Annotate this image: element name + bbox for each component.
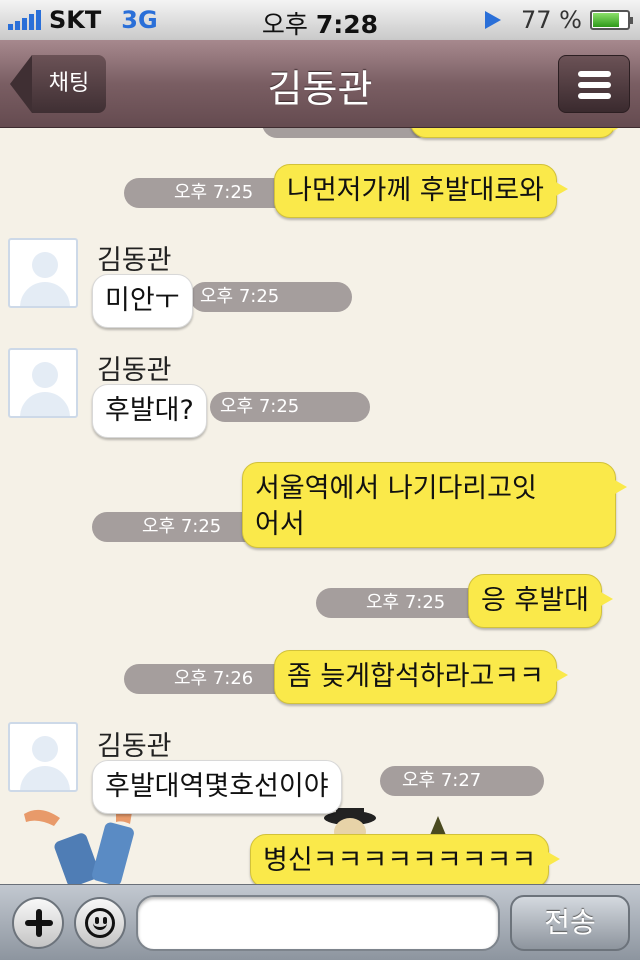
time-value: 7:28 [315,10,379,39]
message-bubble-them[interactable]: 미안ㅜ [92,274,193,328]
message-bubble-me[interactable]: 좀 늦게합석하라고ㅋㅋ [274,650,568,704]
background-illustration [24,809,134,884]
message-input-bar: 전송 [0,884,640,960]
message-bubble-me[interactable]: 서울역에서 나기다리고잇 어서 [242,462,627,548]
smiley-mouth [93,921,107,930]
menu-button[interactable] [558,55,630,113]
message-input[interactable] [136,895,500,951]
message-timestamp: 오후 7:25 [210,392,370,422]
message-timestamp: 오후 7:25 [316,588,486,618]
avatar-body [20,282,70,306]
battery-fill [593,13,620,27]
plus-icon-bar [25,920,53,926]
avatar[interactable] [8,238,78,308]
message-timestamp: 오후 7:27 [380,766,544,796]
message-timestamp-partial [262,128,432,138]
sender-name: 김동관 [97,355,172,386]
sender-name: 김동관 [97,731,172,762]
message-bubble-them[interactable]: 후발대? [92,384,207,438]
send-button[interactable]: 전송 [510,895,630,951]
navigation-bar: 채팅 김동관 [0,40,640,128]
location-arrow-icon [485,11,502,29]
avatar-body [20,766,70,790]
avatar-body [20,392,70,416]
menu-icon [578,71,611,77]
chat-title: 김동관 [267,67,373,111]
avatar[interactable] [8,348,78,418]
emoticon-button[interactable] [74,897,126,949]
smiley-icon [85,908,115,938]
message-bubble-me[interactable]: 나먼저가께 후발대로와 [274,164,568,218]
battery-icon [590,10,633,30]
menu-icon-bar [578,82,611,88]
time-prefix: 오후 [261,10,308,39]
status-bar: SKT 3G 오후 7:28 77 % [0,0,640,40]
sender-name: 김동관 [97,245,172,276]
message-timestamp: 오후 7:25 [124,178,294,208]
message-bubble-me[interactable]: 병신ㅋㅋㅋㅋㅋㅋㅋㅋㅋ [250,834,561,884]
avatar[interactable] [8,722,78,792]
message-bubble-partial [410,128,627,138]
avatar-head [32,736,58,762]
message-bubble-them[interactable]: 후발대역몇호선이야 [92,760,342,814]
menu-icon-bar [578,93,611,99]
message-timestamp: 오후 7:25 [92,512,262,542]
status-right: 77 % [485,6,633,34]
avatar-head [32,252,58,278]
message-timestamp: 오후 7:26 [124,664,294,694]
battery-percent: 77 % [521,6,582,34]
message-timestamp: 오후 7:25 [190,282,352,312]
chat-area[interactable]: 오후 7:25 나먼저가께 후발대로와 김동관 오후 7:25 미안ㅜ 김동관 … [0,128,640,884]
attach-button[interactable] [12,897,64,949]
message-bubble-me[interactable]: 응 후발대 [468,574,613,628]
avatar-head [32,362,58,388]
